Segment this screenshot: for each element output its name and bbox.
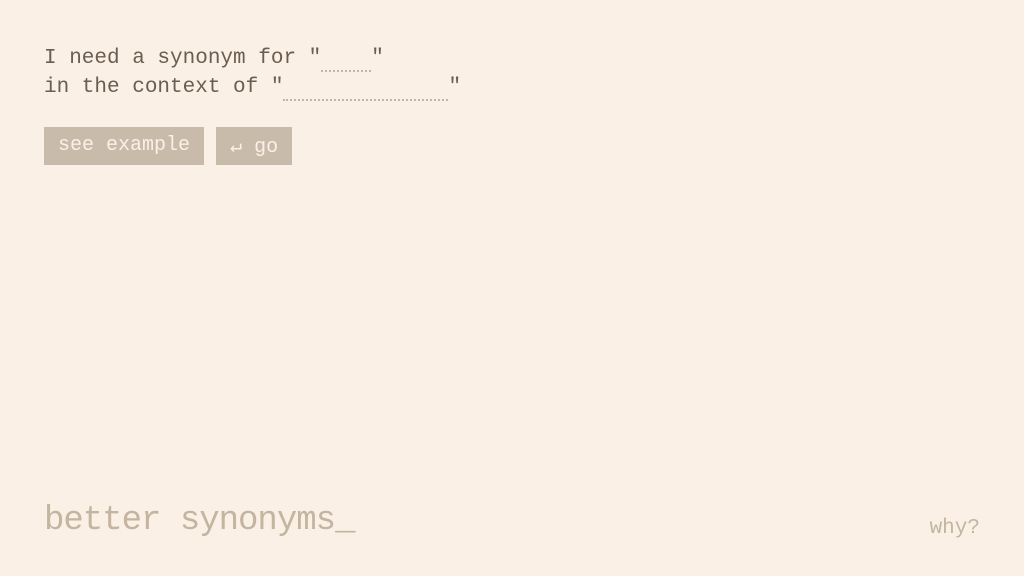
footer: better synonyms_ why?: [0, 502, 1024, 540]
prompt-line-1: I need a synonym for " ": [44, 44, 980, 73]
prompt-suffix-2: ": [448, 73, 461, 102]
see-example-button[interactable]: see example: [44, 127, 204, 165]
prompt-line-2: in the context of " ": [44, 73, 980, 102]
logo: better synonyms_: [44, 502, 354, 540]
why-link[interactable]: why?: [930, 517, 980, 540]
prompt-prefix-1: I need a synonym for ": [44, 44, 321, 73]
main-content: I need a synonym for " " in the context …: [0, 0, 1024, 165]
word-input[interactable]: [321, 47, 371, 72]
prompt-prefix-2: in the context of ": [44, 73, 283, 102]
prompt-suffix-1: ": [371, 44, 384, 73]
logo-text: better synonyms: [44, 502, 335, 540]
go-button[interactable]: ↵ go: [216, 127, 292, 165]
logo-cursor: _: [335, 502, 354, 540]
button-row: see example ↵ go: [44, 127, 980, 165]
context-input[interactable]: [283, 76, 448, 101]
